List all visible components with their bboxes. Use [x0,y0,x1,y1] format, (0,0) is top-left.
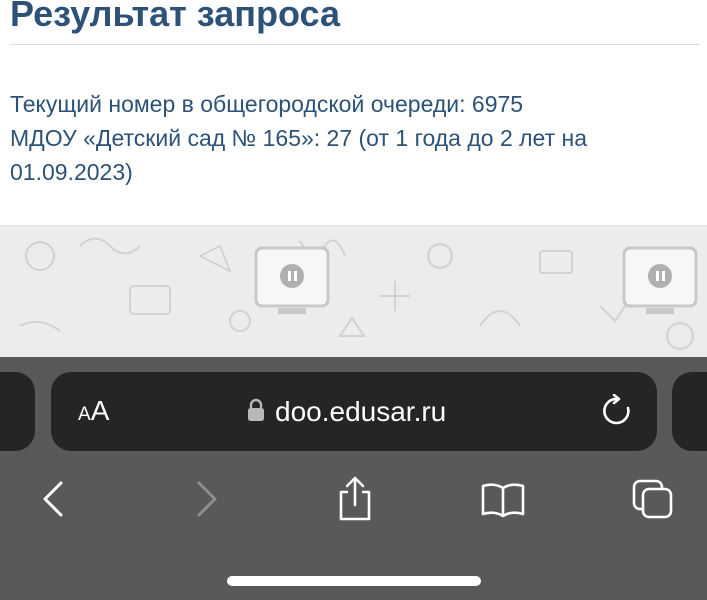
reload-button[interactable] [600,393,634,428]
monitor-doodle-right [622,246,698,314]
result-line-date: 01.09.2023) [10,159,133,185]
text-size-icon: A [78,404,91,425]
query-result: Текущий номер в общегородской очереди: 6… [10,87,700,189]
tabs-button[interactable] [628,475,678,523]
result-line-queue-number: Текущий номер в общегородской очереди: 6… [10,91,524,117]
address-bar[interactable]: AA doo.edusar.ru [51,372,657,451]
result-line-kindergarten: МДОУ «Детский сад № 165»: 27 (от 1 года … [10,125,587,151]
forward-button[interactable] [182,475,232,523]
decorative-doodle-background [0,226,707,360]
browser-toolbar: AA doo.edusar.ru [0,357,707,600]
share-button[interactable] [330,475,380,523]
title-divider [10,44,699,45]
bookmarks-button[interactable] [478,475,528,523]
chevron-left-icon [43,481,63,517]
back-button[interactable] [28,475,78,523]
text-size-icon-large: A [90,395,110,426]
home-indicator[interactable] [227,576,481,586]
url-text: doo.edusar.ru [275,396,447,427]
tabs-icon [632,479,673,519]
monitor-doodle-left [254,246,330,314]
share-icon [339,476,371,521]
text-size-button[interactable]: AA [78,396,109,426]
url-display[interactable]: doo.edusar.ru [247,394,446,430]
page-title: Результат запроса [10,0,340,34]
book-icon [481,483,525,518]
next-tab-peek[interactable] [672,372,707,451]
previous-tab-peek[interactable] [0,372,35,451]
lock-icon [247,398,265,427]
chevron-right-icon [197,481,217,517]
reload-icon [603,393,630,425]
